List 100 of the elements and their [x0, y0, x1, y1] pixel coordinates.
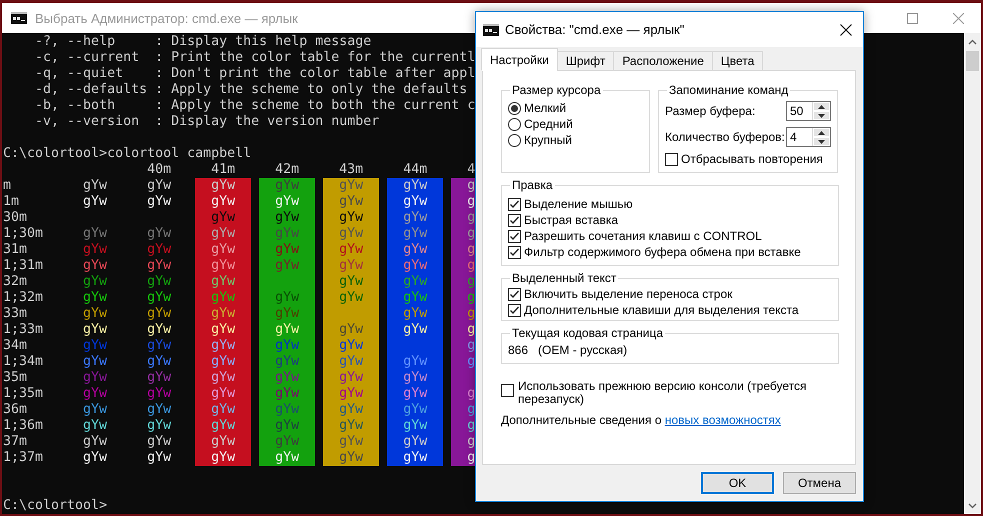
row-label: 36m [3, 402, 28, 418]
window-title: Выбрать Администратор: cmd.exe — ярлык [35, 10, 298, 26]
table-cell: g [451, 338, 476, 354]
table-cell: gYw [323, 322, 380, 338]
spin-up-button[interactable] [814, 103, 829, 110]
triangle-up-icon [818, 104, 825, 108]
checkbox[interactable] [508, 214, 521, 226]
table-cell: gYw [195, 418, 252, 434]
features-link[interactable]: новых возможностях [664, 413, 781, 427]
table-cell: gYw [387, 354, 444, 370]
table-cell: gYw [387, 258, 444, 274]
table-cell: g [451, 354, 476, 370]
group-title: Правка [511, 178, 554, 192]
table-cell: g [451, 434, 476, 450]
table-cell-text: gYw [82, 322, 108, 338]
table-cell: gYw [259, 226, 316, 242]
table-cell: gYw [259, 210, 316, 226]
spin-up-button[interactable] [814, 129, 829, 136]
table-cell: gYw [259, 386, 316, 402]
table-cell: gYw [387, 306, 444, 322]
checkbox[interactable] [501, 384, 514, 397]
radio-label: Крупный [524, 133, 572, 147]
table-cell: gYw [323, 178, 380, 194]
table-cell: gYw [323, 402, 380, 418]
console-text: -b, --both : Apply the scheme to both the current c [34, 98, 476, 114]
spin-down-button[interactable] [814, 112, 829, 119]
tab[interactable]: Настройки [481, 48, 558, 71]
table-cell: gYw [259, 338, 316, 354]
console-command: C:\colortool>colortool campbell [3, 146, 252, 162]
table-cell: gYw [323, 370, 380, 386]
table-cell: g [451, 194, 476, 210]
console-icon [483, 24, 499, 36]
row-label: 1;35m [3, 386, 44, 402]
group-title: Размер курсора [511, 83, 602, 97]
row-label: 1;37m [3, 450, 44, 466]
radio-button[interactable] [508, 134, 521, 146]
chevron-down-icon [968, 502, 977, 508]
tab[interactable]: Шрифт [556, 51, 614, 71]
triangle-up-icon [818, 130, 825, 134]
dialog-button[interactable]: OK [701, 472, 774, 494]
checkbox[interactable] [508, 304, 521, 316]
checkbox-label: Быстрая вставка [524, 213, 618, 227]
table-cell: gYw [259, 322, 316, 338]
checkbox[interactable] [508, 230, 521, 242]
row-label: 33m [3, 306, 28, 322]
table-cell: gYw [259, 258, 316, 274]
console-prompt: C:\colortool> [3, 498, 108, 514]
row-label: 1;36m [3, 418, 44, 434]
tab[interactable]: Цвета [712, 51, 764, 71]
table-cell: gYw [387, 434, 444, 450]
table-cell: g [451, 178, 476, 194]
checkbox[interactable] [508, 246, 521, 258]
table-cell-text: gYw [82, 194, 108, 210]
checkbox[interactable] [508, 288, 521, 300]
group-title: Запоминание команд [668, 83, 790, 97]
table-cell: gYw [259, 434, 316, 450]
table-cell: gYw [259, 370, 316, 386]
radio-button[interactable] [508, 102, 521, 114]
row-label: 31m [3, 242, 28, 258]
table-cell: gYw [195, 306, 252, 322]
table-cell: gYw [323, 274, 380, 290]
checkbox-label: Дополнительные клавиши для выделения текста [524, 303, 799, 317]
number-field[interactable]: 4 [786, 127, 831, 147]
table-cell: gYw [323, 450, 380, 466]
number-field[interactable]: 50 [786, 101, 831, 121]
table-cell: g [451, 450, 476, 466]
table-cell: gYw [195, 434, 252, 450]
column-header: 4 [466, 162, 476, 178]
row-label: 34m [3, 338, 28, 354]
code-page-name: (OEM - русская) [538, 343, 628, 357]
table-cell: gYw [259, 194, 316, 210]
console-icon [11, 12, 27, 24]
table-cell-text: gYw [82, 258, 108, 274]
table-cell: gYw [387, 322, 444, 338]
table-cell-text: gYw [82, 226, 108, 242]
table-cell: gYw [323, 338, 380, 354]
table-cell: gYw [323, 290, 380, 306]
close-icon [952, 12, 964, 24]
spin-down-button[interactable] [814, 138, 829, 145]
chevron-up-icon [968, 38, 977, 44]
table-cell: gYw [387, 290, 444, 306]
column-header: 41m [210, 162, 236, 178]
column-header: 43m [338, 162, 364, 178]
table-cell: gYw [387, 370, 444, 386]
dialog-button[interactable]: Отмена [783, 472, 856, 494]
radio-label: Мелкий [524, 101, 566, 115]
radio-button[interactable] [508, 118, 521, 130]
group-title: Текущая кодовая страница [511, 326, 664, 340]
table-cell: gYw [259, 290, 316, 306]
scrollbar[interactable] [964, 33, 981, 514]
row-label: 35m [3, 370, 28, 386]
triangle-down-icon [818, 140, 825, 144]
checkbox[interactable] [508, 198, 521, 210]
table-cell: gYw [195, 354, 252, 370]
row-label: 30m [3, 210, 28, 226]
table-cell: gYw [195, 386, 252, 402]
scrollbar-thumb[interactable] [966, 51, 979, 71]
table-cell-text: gYw [82, 418, 108, 434]
checkbox[interactable] [665, 152, 678, 166]
console-text: -c, --current : Print the color table for the currentl [34, 50, 476, 66]
